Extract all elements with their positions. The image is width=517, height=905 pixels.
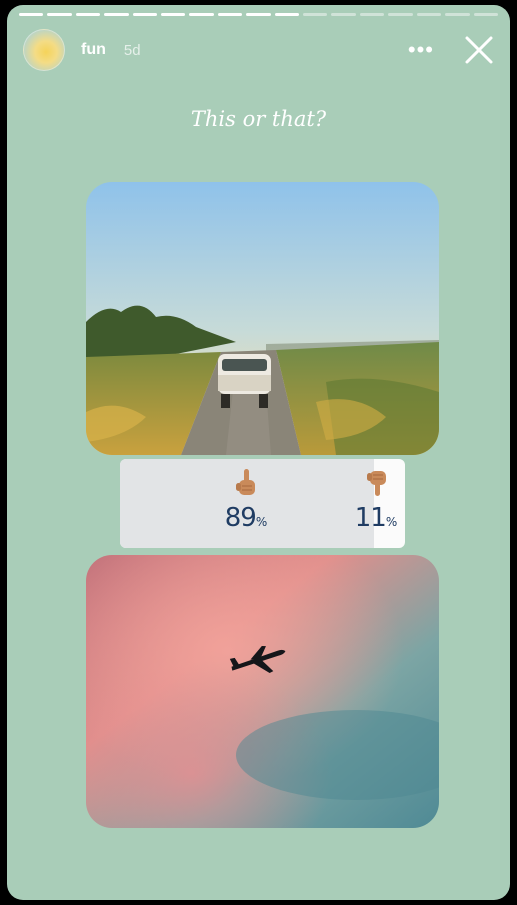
progress-segment <box>161 13 186 16</box>
post-time: 5d <box>123 41 141 59</box>
poll-option-that[interactable]: 11% <box>348 459 404 548</box>
poll-option-that-percent: 11% <box>354 503 398 533</box>
progress-segment <box>388 13 413 16</box>
progress-segment <box>274 13 300 16</box>
progress-segment <box>217 13 243 16</box>
story-question: This or that? <box>190 107 327 131</box>
progress-segment <box>47 13 72 16</box>
progress-segment <box>75 13 101 16</box>
username[interactable]: fun <box>81 41 106 59</box>
progress-segment <box>19 13 44 16</box>
progress-segment <box>359 13 385 16</box>
more-options-icon[interactable]: ••• <box>408 39 434 61</box>
close-icon[interactable] <box>464 35 494 65</box>
photo-option-airplane[interactable] <box>86 555 439 828</box>
progress-segment <box>189 13 214 16</box>
progress-segment <box>303 13 328 16</box>
progress-segment <box>416 13 442 16</box>
progress-segment <box>445 13 470 16</box>
story-header: fun 5d ••• <box>23 29 498 71</box>
progress-segment <box>132 13 158 16</box>
progress-segment <box>104 13 129 16</box>
progress-segment <box>331 13 356 16</box>
photo-option-van[interactable] <box>86 182 439 455</box>
pointing-up-hand-icon <box>236 469 255 495</box>
progress-segment <box>246 13 271 16</box>
poll-option-this[interactable]: 89% <box>186 459 306 548</box>
avatar[interactable] <box>23 29 65 71</box>
progress-segment <box>473 13 498 16</box>
poll-option-this-percent: 89% <box>224 503 268 533</box>
thumbs-down-hand-icon <box>367 471 386 496</box>
story-progress-bar <box>19 13 498 16</box>
poll-sticker: 89% 11% <box>120 459 405 548</box>
story-card: fun 5d ••• This or that? 89% 11% <box>7 5 510 900</box>
